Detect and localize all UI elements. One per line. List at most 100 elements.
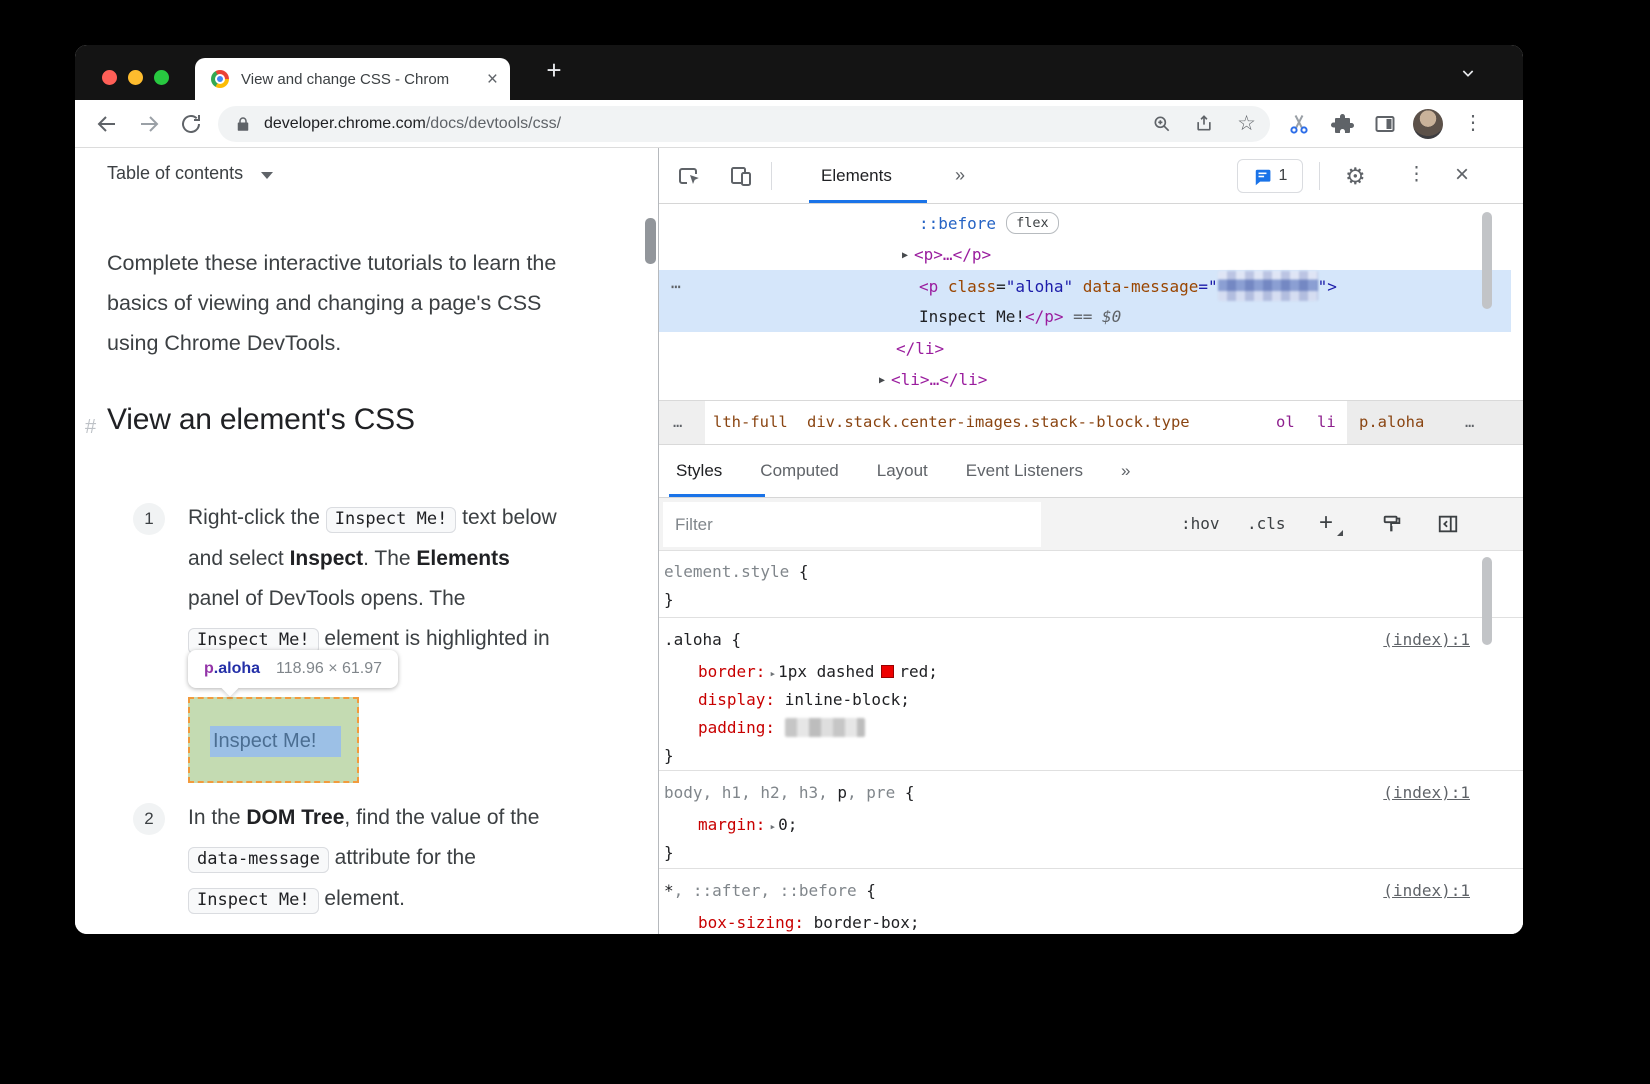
css-property-row[interactable]: display: inline-block; [698, 686, 910, 714]
color-swatch[interactable] [881, 665, 895, 678]
more-tabs-icon[interactable]: » [1121, 461, 1130, 481]
css-property-row[interactable]: margin: ▸ 0; [698, 811, 797, 841]
step-text-segment: , find the value of the [344, 806, 540, 829]
stylesheet-link[interactable]: (index):1 [1383, 877, 1470, 905]
padding-highlight-overlay: Inspect Me! [188, 697, 359, 783]
rule-brace: { [895, 783, 915, 802]
css-property-row[interactable]: padding: [698, 714, 865, 742]
rule-body[interactable]: body, h1, h2, h3, p, pre { [664, 779, 914, 807]
forward-button[interactable] [137, 112, 161, 136]
extensions-puzzle-icon[interactable] [1331, 112, 1355, 136]
share-icon[interactable] [1194, 113, 1214, 133]
breadcrumb-item[interactable]: div.stack.center-images.stack--block.typ… [807, 401, 1190, 444]
dom-text: Inspect Me! [919, 307, 1025, 326]
styles-scrollbar-thumb[interactable] [1482, 557, 1492, 645]
inspect-element-button[interactable] [677, 164, 701, 188]
inspect-me-text[interactable]: Inspect Me! [210, 726, 341, 757]
stylesheet-link[interactable]: (index):1 [1383, 779, 1470, 807]
css-property-row[interactable]: box-sizing: border-box; [698, 909, 920, 934]
rendering-brush-icon[interactable] [1381, 513, 1403, 535]
issues-counter-button[interactable]: 1 [1237, 159, 1303, 193]
css-property-value: 0; [778, 815, 798, 834]
dom-dollar-zero: $0 [1102, 307, 1122, 326]
expand-arrow-icon[interactable]: ▶ [902, 250, 908, 261]
dom-node-li-collapsed[interactable]: ▶ <li>…</li> [879, 364, 987, 395]
maximize-window-button[interactable] [154, 70, 169, 85]
address-bar[interactable]: developer.chrome.com/docs/devtools/css/ … [218, 106, 1270, 142]
toggle-hover-state-button[interactable]: :hov [1181, 498, 1220, 550]
stylesheet-link[interactable]: (index):1 [1383, 626, 1470, 654]
side-panel-icon[interactable] [1373, 112, 1397, 136]
new-style-rule-button[interactable]: + [1319, 498, 1333, 548]
tab-layout[interactable]: Layout [877, 461, 928, 481]
breadcrumb-ellipsis[interactable]: … [673, 401, 682, 444]
rule-close-brace: } [664, 843, 674, 862]
breadcrumb-item[interactable]: lth-full [713, 401, 788, 444]
profile-avatar[interactable] [1413, 109, 1443, 139]
lock-icon[interactable] [234, 115, 252, 133]
toggle-classes-button[interactable]: .cls [1247, 498, 1286, 550]
breadcrumb-item[interactable]: li [1317, 401, 1336, 444]
bold-text: Elements [416, 547, 510, 570]
tab-styles[interactable]: Styles [676, 461, 722, 481]
css-property-value: border-box; [803, 913, 920, 932]
tab-event-listeners[interactable]: Event Listeners [966, 461, 1083, 481]
more-panels-icon[interactable]: » [955, 148, 965, 202]
pseudo-element-label[interactable]: ::before [919, 214, 996, 233]
heading-anchor-hash[interactable]: # [85, 416, 96, 439]
back-button[interactable] [95, 112, 119, 136]
step-text-segment: In the [188, 806, 247, 829]
page-scrollbar-thumb[interactable] [645, 218, 656, 264]
show-sidebar-icon[interactable] [1437, 513, 1459, 535]
breadcrumb-ellipsis[interactable]: … [1465, 401, 1474, 444]
inline-code-chip: Inspect Me! [325, 507, 457, 533]
browser-menu-icon[interactable]: ⋮ [1463, 110, 1483, 135]
tab-close-icon[interactable]: × [487, 70, 498, 89]
dom-scrollbar-thumb[interactable] [1482, 212, 1492, 309]
redacted-attribute-value [1217, 271, 1318, 301]
active-tab-underline [669, 494, 765, 497]
device-toolbar-button[interactable] [729, 164, 753, 188]
css-property-name: border: [698, 662, 766, 681]
bold-text: DOM Tree [246, 806, 345, 829]
reload-button[interactable] [179, 112, 203, 136]
new-tab-button[interactable]: + [537, 54, 571, 88]
breadcrumb-item[interactable]: ol [1276, 401, 1295, 444]
step-text-segment: element. [318, 887, 405, 910]
inline-code-chip: data-message [188, 847, 329, 873]
expand-shorthand-icon[interactable]: ▸ [769, 667, 776, 680]
expand-arrow-icon[interactable]: ▶ [879, 375, 885, 386]
dom-node-li-close[interactable]: </li> [896, 333, 944, 364]
page-title: View an element's CSS [107, 403, 415, 436]
close-window-button[interactable] [102, 70, 117, 85]
devtools-menu-icon[interactable]: ⋮ [1407, 148, 1426, 202]
node-more-actions-icon[interactable]: ⋯ [671, 273, 682, 301]
flex-badge[interactable]: flex [1006, 212, 1059, 234]
minimize-window-button[interactable] [128, 70, 143, 85]
dom-node-before-pseudo[interactable]: ::before flex [919, 208, 1059, 239]
breadcrumb-item-selected[interactable]: p.aloha [1359, 401, 1424, 444]
dom-selected-node[interactable]: ⋯ <p class="aloha" data-message=" "> Insp… [659, 270, 1511, 332]
tab-computed[interactable]: Computed [760, 461, 838, 481]
tooltip-class: .aloha [213, 660, 261, 677]
expand-shorthand-icon[interactable]: ▸ [769, 820, 776, 833]
rule-universal[interactable]: *, ::after, ::before { [664, 877, 876, 905]
rule-element-style[interactable]: element.style { [664, 558, 809, 586]
styles-filter-input[interactable] [663, 502, 1041, 547]
bookmark-star-icon[interactable]: ☆ [1237, 106, 1256, 142]
tab-elements[interactable]: Elements [821, 148, 892, 204]
dom-node-p-collapsed[interactable]: ▶ <p>…</p> [902, 239, 991, 270]
rule-aloha[interactable]: .aloha { [664, 626, 741, 654]
tab-search-chevron-icon[interactable] [1460, 65, 1476, 81]
devtools-close-icon[interactable]: × [1455, 148, 1469, 202]
rule-selector: .aloha [664, 630, 722, 649]
css-property-row[interactable]: border: ▸ 1px dashed red; [698, 658, 938, 688]
browser-tab[interactable]: View and change CSS - Chrom × [195, 58, 510, 100]
rule-close-brace: } [664, 746, 674, 765]
settings-gear-icon[interactable]: ⚙ [1345, 148, 1366, 204]
table-of-contents-dropdown[interactable]: Table of contents [107, 163, 274, 184]
zoom-icon[interactable] [1152, 114, 1172, 134]
scissors-extension-icon[interactable] [1287, 112, 1311, 136]
step-text-segment: . The [363, 547, 417, 570]
screen: View and change CSS - Chrom × + develope… [0, 0, 1650, 1084]
